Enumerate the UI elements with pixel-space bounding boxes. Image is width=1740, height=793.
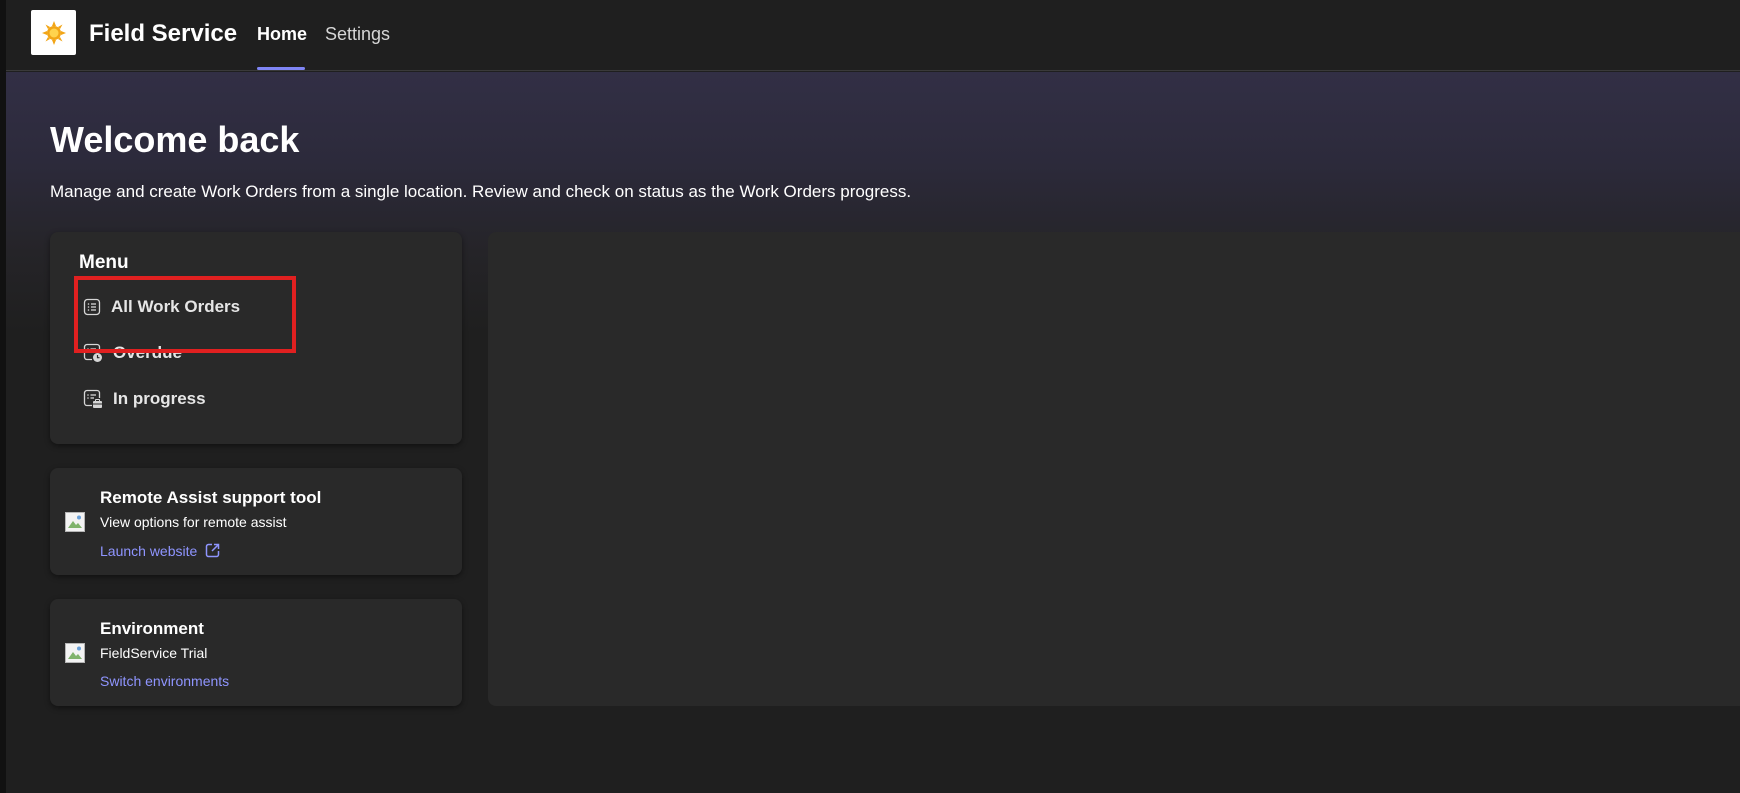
open-external-icon	[206, 543, 220, 558]
menu-item-in-progress[interactable]: In progress	[83, 384, 206, 414]
app-title: Field Service	[89, 20, 238, 47]
tab-home[interactable]: Home	[257, 24, 307, 45]
broken-image-icon	[65, 643, 85, 663]
tab-settings[interactable]: Settings	[325, 24, 390, 45]
sun-icon	[41, 20, 66, 45]
switch-environments-label: Switch environments	[100, 673, 230, 689]
active-tab-indicator	[257, 67, 305, 70]
launch-website-link[interactable]: Launch website	[100, 542, 221, 559]
menu-title: Menu	[79, 252, 129, 273]
broken-image-icon	[65, 512, 85, 532]
menu-item-label: In progress	[113, 389, 206, 408]
page-subtitle: Manage and create Work Orders from a sin…	[50, 182, 912, 201]
environment-card: Environment FieldService Trial Switch en…	[50, 599, 462, 706]
remote-assist-card: Remote Assist support tool View options …	[50, 468, 462, 575]
content-panel	[488, 232, 1740, 706]
highlight-box	[74, 276, 296, 353]
main-content: Welcome back Manage and create Work Orde…	[6, 72, 1740, 793]
remote-assist-title: Remote Assist support tool	[100, 488, 322, 507]
environment-title: Environment	[100, 619, 204, 638]
remote-assist-description: View options for remote assist	[100, 514, 287, 530]
page-title: Welcome back	[50, 119, 300, 160]
top-bar: Field Service Home Settings	[6, 0, 1740, 71]
launch-website-label: Launch website	[100, 542, 198, 559]
switch-environments-link[interactable]: Switch environments	[100, 673, 229, 689]
list-toolbox-icon	[83, 389, 102, 408]
app-logo	[31, 10, 76, 55]
environment-value: FieldService Trial	[100, 645, 208, 661]
